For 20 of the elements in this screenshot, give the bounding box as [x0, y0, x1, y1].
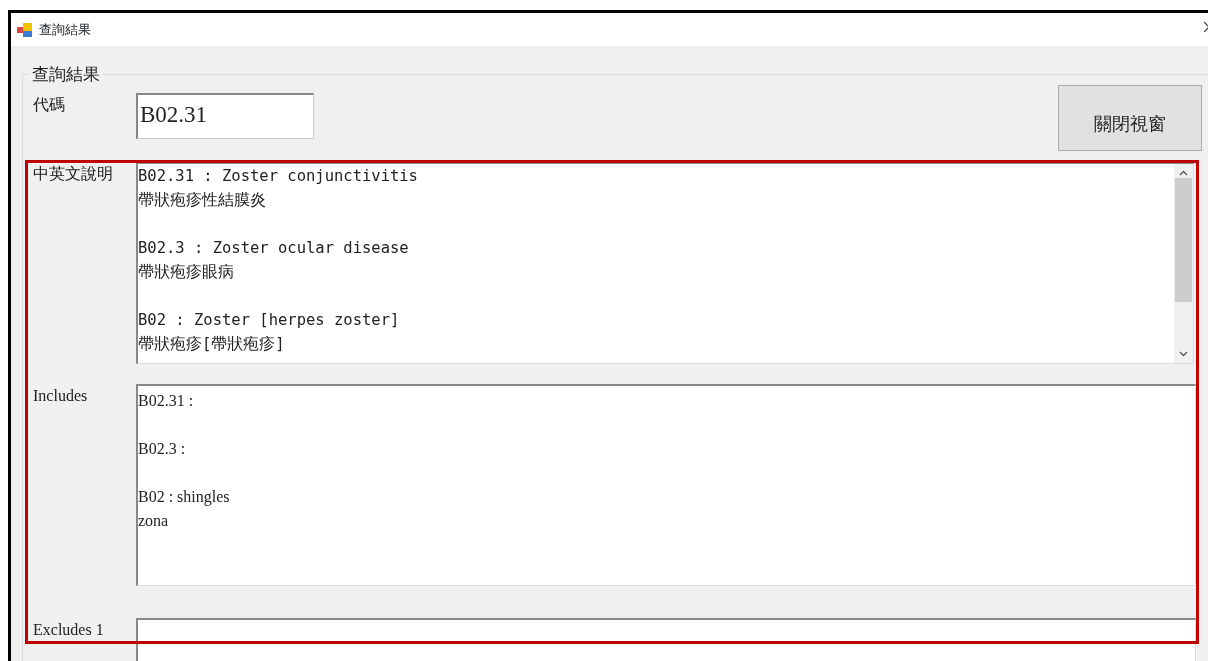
description-field[interactable]: B02.31 : Zoster conjunctivitis 帶狀疱疹性結膜炎 B02.3 : Zoster ocular disease 帶狀疱疹眼病 B02 : Zoster [herpes zoster] 帶狀疱疹[帶狀疱疹] — [136, 162, 1194, 364]
includes-entry: B02.31 : — [138, 392, 194, 409]
field-label: Includes — [33, 386, 89, 406]
scrollbar[interactable] — [1174, 164, 1193, 363]
window-title: 查詢結果 — [39, 20, 91, 39]
scroll-down-icon[interactable] — [1179, 351, 1188, 357]
code-field[interactable]: B02.31 — [136, 93, 314, 139]
app-icon — [17, 22, 33, 37]
description-entry: B02.31 : Zoster conjunctivitis 帶狀疱疹性結膜炎 — [138, 167, 418, 209]
field-label: 代碼 — [33, 94, 66, 116]
scroll-thumb[interactable] — [1175, 178, 1192, 302]
field-label: Excludes 1 — [33, 620, 105, 640]
description-entry: B02.3 : Zoster ocular disease 帶狀疱疹眼病 — [138, 239, 409, 281]
includes-entry: B02 : shingles zona — [138, 488, 230, 529]
description-entry: B02 : Zoster [herpes zoster] 帶狀疱疹[帶狀疱疹] — [138, 311, 400, 353]
close-window-button[interactable]: 關閉視窗 — [1058, 85, 1202, 151]
scroll-up-icon[interactable] — [1179, 170, 1188, 176]
includes-field[interactable]: B02.31 : B02.3 : B02 : shingles zona — [136, 384, 1196, 586]
includes-entry: B02.3 : — [138, 440, 186, 457]
field-label: 中英文說明 — [33, 163, 114, 185]
